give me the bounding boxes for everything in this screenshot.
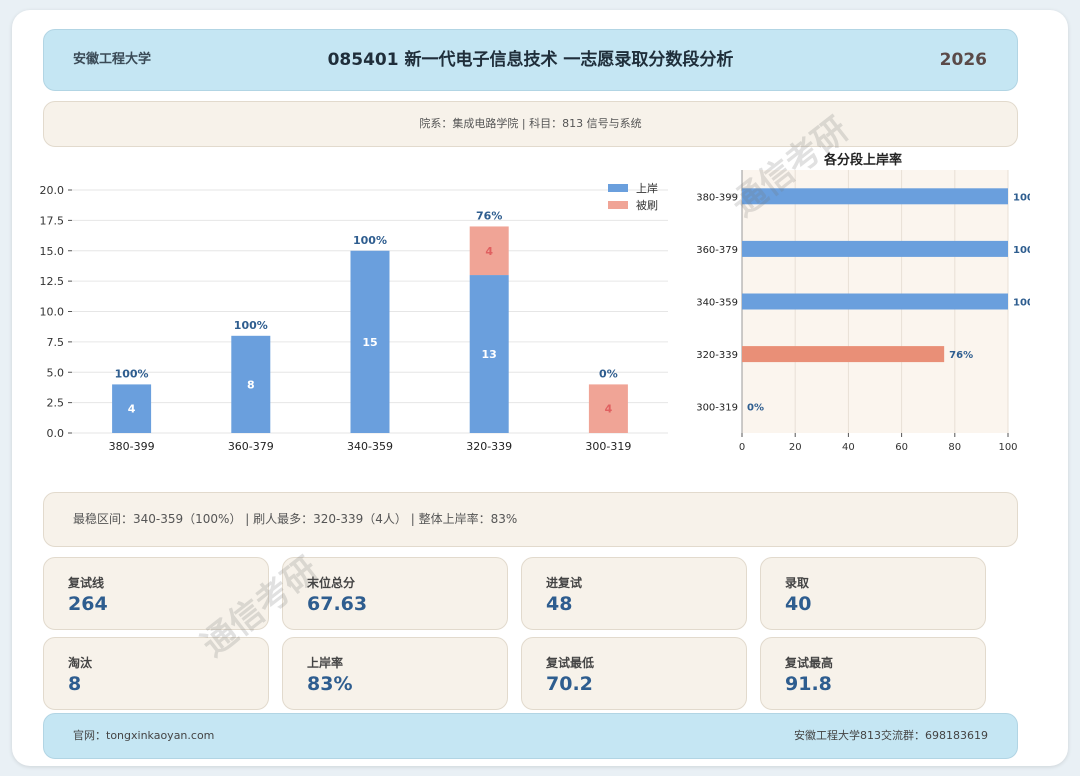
x-tick-label: 340-359 xyxy=(347,440,393,453)
rate-value-label: 100% xyxy=(1013,192,1030,203)
stat-label: 淘汰 xyxy=(68,656,93,670)
legend-swatch-pass xyxy=(608,184,628,192)
bar-fail-label: 4 xyxy=(605,403,613,416)
legend-label-fail: 被刷 xyxy=(636,199,658,212)
y-tick-label: 2.5 xyxy=(47,397,65,410)
stat-value: 48 xyxy=(546,593,573,615)
rate-value-label: 76% xyxy=(949,350,973,361)
y-tick-label: 7.5 xyxy=(47,336,65,349)
rate-value-label: 100% xyxy=(1013,245,1030,256)
stat-card-admitted: 录取 40 xyxy=(760,557,986,630)
y-tick-label: 20.0 xyxy=(40,184,65,197)
stat-value: 67.63 xyxy=(307,593,368,615)
bar-pass-label: 13 xyxy=(482,348,497,361)
y-tick-label: 320-339 xyxy=(696,350,738,361)
y-tick-label: 10.0 xyxy=(40,306,65,319)
x-tick-label: 0 xyxy=(739,442,745,453)
stat-label: 复试最低 xyxy=(546,656,595,670)
x-tick-label: 20 xyxy=(789,442,802,453)
stat-value: 91.8 xyxy=(785,673,832,695)
stat-value: 70.2 xyxy=(546,673,593,695)
rate-bar xyxy=(742,293,1008,310)
bar-pass-label: 8 xyxy=(247,378,255,391)
x-tick-label: 60 xyxy=(895,442,908,453)
score-band-stacked-bar-chart: 0.0 2.5 5.0 7.5 10.0 12.5 15.0 17.5 20.0 4 100% 380… xyxy=(40,182,668,453)
rate-label: 100% xyxy=(115,367,149,380)
rate-bar xyxy=(742,240,1008,257)
bar-pass-label: 4 xyxy=(128,403,136,416)
x-tick-label: 100 xyxy=(998,442,1017,453)
x-tick-label: 380-399 xyxy=(109,440,155,453)
rate-value-label: 0% xyxy=(747,403,764,414)
x-tick-label: 300-319 xyxy=(585,440,631,453)
group-info: 安徽工程大学813交流群：698183619 xyxy=(794,729,988,742)
stat-value: 40 xyxy=(785,593,812,615)
header-bar: 安徽工程大学 085401 新一代电子信息技术 一志愿录取分数段分析 2026 xyxy=(43,29,1018,91)
rate-bar xyxy=(742,346,945,363)
y-tick-label: 15.0 xyxy=(40,245,65,258)
bar-fail-label: 4 xyxy=(485,245,493,258)
y-tick-label: 340-359 xyxy=(696,298,738,309)
stat-card-retest-max: 复试最高 91.8 xyxy=(760,637,986,710)
stat-card-retest-min: 复试最低 70.2 xyxy=(521,637,747,710)
stat-label: 进复试 xyxy=(546,576,583,590)
year-label: 2026 xyxy=(939,50,987,70)
stat-card-entered-retest: 进复试 48 xyxy=(521,557,747,630)
stat-label: 复试最高 xyxy=(785,656,834,670)
y-tick-label: 12.5 xyxy=(40,275,65,288)
stat-value: 8 xyxy=(68,673,82,695)
website-link[interactable]: 官网：tongxinkaoyan.com xyxy=(73,714,214,758)
bar-pass-label: 15 xyxy=(362,336,377,349)
rate-label: 0% xyxy=(599,367,618,380)
legend-swatch-fail xyxy=(608,201,628,209)
stat-label: 上岸率 xyxy=(307,656,344,670)
y-tick-label: 360-379 xyxy=(696,245,738,256)
x-tick-label: 360-379 xyxy=(228,440,274,453)
stat-label: 录取 xyxy=(785,576,810,590)
summary-text: 最稳区间：340-359（100%） | 刷人最多：320-339（4人） | … xyxy=(73,512,518,526)
x-tick-label: 320-339 xyxy=(466,440,512,453)
legend-label-pass: 上岸 xyxy=(636,182,658,195)
subtitle-bar: 院系：集成电路学院 | 科目：813 信号与系统 xyxy=(43,101,1018,147)
stat-label: 复试线 xyxy=(68,576,105,590)
y-tick-label: 0.0 xyxy=(47,427,65,440)
rate-label: 100% xyxy=(353,234,387,247)
x-tick-label: 80 xyxy=(948,442,961,453)
page-title: 085401 新一代电子信息技术 一志愿录取分数段分析 xyxy=(327,50,734,70)
summary-bar: 最稳区间：340-359（100%） | 刷人最多：320-339（4人） | … xyxy=(43,492,1018,547)
rate-label: 100% xyxy=(234,319,268,332)
stat-card-pass-rate: 上岸率 83% xyxy=(282,637,508,710)
y-tick-label: 17.5 xyxy=(40,214,65,227)
stat-value: 83% xyxy=(307,673,353,695)
footer-bar: 官网：tongxinkaoyan.com 安徽工程大学813交流群：698183… xyxy=(43,713,1018,759)
stat-value: 264 xyxy=(68,593,108,615)
y-tick-label: 300-319 xyxy=(696,403,738,414)
rate-label: 76% xyxy=(476,209,502,222)
x-tick-label: 40 xyxy=(842,442,855,453)
y-tick-label: 5.0 xyxy=(47,366,65,379)
rate-value-label: 100% xyxy=(1013,298,1030,309)
